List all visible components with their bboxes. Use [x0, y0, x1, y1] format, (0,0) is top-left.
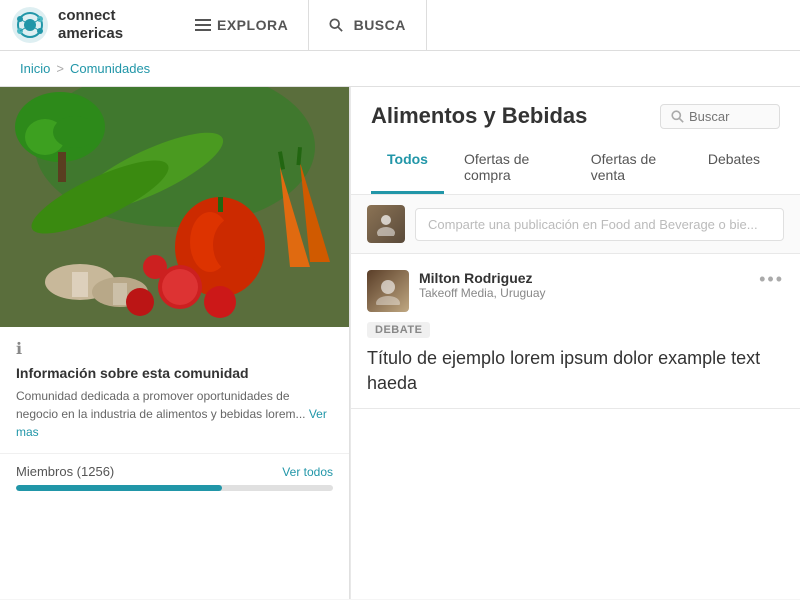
community-title: Alimentos y Bebidas: [371, 103, 587, 129]
members-label: Miembros (1256): [16, 464, 114, 479]
post-avatar-svg: [374, 277, 402, 305]
logo-line2: americas: [58, 25, 123, 43]
post-card: Milton Rodriguez Takeoff Media, Uruguay …: [351, 254, 800, 409]
members-view-all-link[interactable]: Ver todos: [282, 465, 333, 479]
members-section: Miembros (1256) Ver todos: [0, 453, 349, 501]
content-header: Alimentos y Bebidas Todos Ofertas de com…: [351, 87, 800, 195]
post-input-area: Comparte una publicación en Food and Bev…: [351, 195, 800, 254]
logo[interactable]: connect americas: [10, 5, 175, 45]
members-progress-fill: [16, 485, 222, 491]
breadcrumb-current[interactable]: Comunidades: [70, 61, 150, 76]
breadcrumb-separator: >: [56, 61, 64, 76]
header: connect americas EXPLORA BUSCA: [0, 0, 800, 51]
info-icon: ℹ: [16, 339, 333, 359]
post-placeholder-text[interactable]: Comparte una publicación en Food and Bev…: [415, 208, 784, 241]
tab-ofertas-compra[interactable]: Ofertas de compra: [448, 143, 571, 194]
community-image-svg: [0, 87, 349, 327]
search-icon: [329, 18, 343, 32]
post-avatar: [367, 270, 409, 312]
current-user-avatar: [367, 205, 405, 243]
tabs: Todos Ofertas de compra Ofertas de venta…: [371, 143, 780, 194]
search-box-icon: [671, 110, 684, 123]
menu-icon: [195, 17, 211, 33]
community-image: [0, 87, 349, 327]
community-info-section: ℹ Información sobre esta comunidad Comun…: [0, 327, 349, 453]
tab-ofertas-venta[interactable]: Ofertas de venta: [575, 143, 688, 194]
members-progress-bar: [16, 485, 333, 491]
logo-line1: connect: [58, 7, 123, 25]
post-author-name: Milton Rodriguez: [419, 270, 546, 286]
logo-icon: [10, 5, 50, 45]
user-avatar-svg: [374, 212, 398, 236]
community-desc: Comunidad dedicada a promover oportunida…: [16, 387, 333, 441]
breadcrumb: Inicio > Comunidades: [0, 51, 800, 87]
post-badge: DEBATE: [367, 322, 430, 338]
content-title-row: Alimentos y Bebidas: [371, 103, 780, 129]
post-author-row: Milton Rodriguez Takeoff Media, Uruguay …: [367, 270, 784, 312]
tab-todos[interactable]: Todos: [371, 143, 444, 194]
post-author-info: Milton Rodriguez Takeoff Media, Uruguay: [367, 270, 546, 312]
breadcrumb-home[interactable]: Inicio: [20, 61, 50, 76]
search-box[interactable]: [660, 104, 780, 129]
post-author-meta: Takeoff Media, Uruguay: [419, 286, 546, 300]
tab-debates[interactable]: Debates: [692, 143, 776, 194]
post-title[interactable]: Título de ejemplo lorem ipsum dolor exam…: [367, 346, 784, 396]
search-input[interactable]: [689, 109, 769, 124]
members-header: Miembros (1256) Ver todos: [16, 464, 333, 479]
sidebar: ℹ Información sobre esta comunidad Comun…: [0, 87, 350, 599]
content-area: Alimentos y Bebidas Todos Ofertas de com…: [350, 87, 800, 599]
community-info-title: Información sobre esta comunidad: [16, 365, 333, 381]
post-more-button[interactable]: •••: [759, 270, 784, 288]
main-content: ℹ Información sobre esta comunidad Comun…: [0, 87, 800, 599]
nav-busca[interactable]: BUSCA: [309, 0, 427, 51]
nav-explora[interactable]: EXPLORA: [175, 0, 309, 51]
